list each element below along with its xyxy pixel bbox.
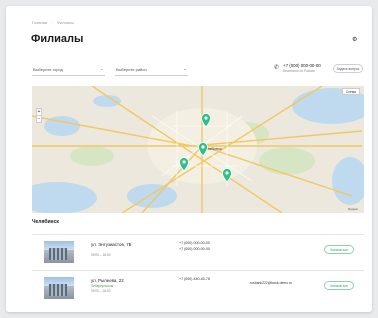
district-select-label: Выберите район	[116, 67, 147, 72]
map-attribution[interactable]: Яндекс	[348, 207, 358, 211]
branch-row: ул. Рылеева, 22 Чебаркульская 09:00 – 18…	[32, 270, 364, 312]
map-canvas: Челябинск	[32, 86, 364, 213]
branch-phone[interactable]: +7 (000) 440-45-78	[179, 277, 210, 281]
breadcrumb: Главная · Филиалы	[32, 20, 75, 25]
ask-question-button[interactable]: Задать вопрос	[333, 64, 363, 73]
branch-phone-2[interactable]: +7 (000) 000-00-00	[179, 247, 210, 251]
contact-phone-note: Бесплатно по России	[283, 69, 315, 73]
gear-icon[interactable]: ⚙	[352, 37, 358, 43]
map-layer-button[interactable]: Схема	[341, 88, 360, 95]
page-title: Филиалы	[31, 33, 84, 45]
branch-hours: 09:00 – 18:00	[91, 253, 111, 257]
branch-address: ул. Энтузиастов, 7Б	[91, 242, 132, 247]
branch-photo	[44, 277, 74, 299]
zoom-out-button[interactable]: −	[37, 115, 41, 122]
breadcrumb-home[interactable]: Главная	[32, 20, 47, 25]
chevron-down-icon: ⌄	[182, 66, 187, 72]
branch-hours: 09:00 – 18:00	[91, 289, 111, 293]
branches-map[interactable]: Челябинск Схема + − Яндекс	[32, 86, 364, 213]
map-zoom-control: + −	[36, 108, 42, 123]
branch-signup-button[interactable]: Записаться	[324, 245, 354, 254]
branch-metro: Чебаркульская	[91, 284, 114, 288]
breadcrumb-current: Филиалы	[56, 20, 75, 25]
branch-photo	[44, 241, 74, 263]
branch-signup-button[interactable]: Записаться	[324, 281, 354, 290]
branch-address: ул. Рылеева, 22	[91, 278, 124, 283]
district-select[interactable]: Выберите район ⌄	[115, 64, 188, 76]
city-select-label: Выберите город	[33, 67, 63, 72]
branch-phone[interactable]: +7 (000) 000-00-00	[179, 241, 210, 245]
chevron-down-icon: ⌄	[99, 66, 104, 72]
zoom-in-button[interactable]: +	[37, 109, 41, 115]
branches-page: Главная · Филиалы Филиалы ⚙ Выберите гор…	[6, 6, 372, 312]
branch-email[interactable]: rusbank222@bank-demo.ru	[250, 281, 292, 285]
city-select[interactable]: Выберите город ⌄	[32, 64, 105, 76]
contact-phone[interactable]: +7 (000) 000-00-00	[283, 63, 321, 68]
phone-icon: ✆	[274, 65, 280, 71]
city-section-title: Челябинск	[32, 219, 59, 225]
